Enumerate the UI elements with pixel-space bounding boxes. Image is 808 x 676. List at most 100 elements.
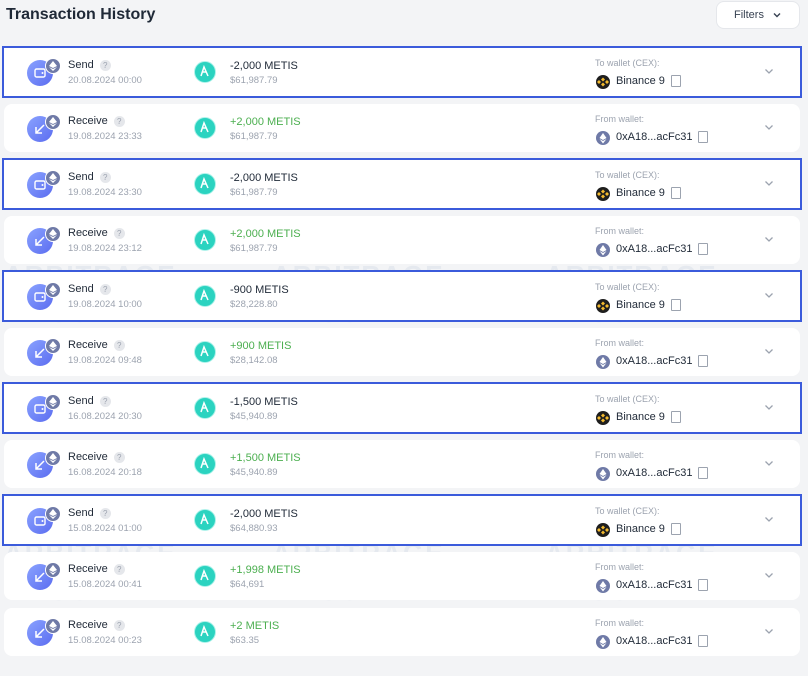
help-icon[interactable]: ?: [99, 59, 111, 71]
copy-icon[interactable]: [698, 243, 709, 256]
transaction-type: Send: [68, 507, 94, 519]
chevron-down-icon[interactable]: [764, 178, 774, 188]
ethereum-icon: [45, 114, 61, 130]
copy-icon[interactable]: [698, 635, 709, 648]
transaction-type: Receive: [68, 339, 108, 351]
transaction-date: 15.08.2024 00:41: [68, 579, 142, 590]
ethereum-icon: [45, 282, 61, 298]
metis-token-icon: [194, 621, 216, 643]
wallet-address: Binance 9: [616, 523, 665, 535]
copy-icon[interactable]: [698, 131, 709, 144]
ethereum-icon: [596, 579, 610, 593]
ethereum-icon: [45, 226, 61, 242]
help-icon[interactable]: ?: [113, 227, 125, 239]
binance-icon: [596, 411, 610, 425]
token-amount: -1,500 METIS: [230, 396, 298, 408]
token-amount: -2,000 METIS: [230, 172, 298, 184]
token-amount: -900 METIS: [230, 284, 289, 296]
transaction-date: 20.08.2024 00:00: [68, 75, 142, 86]
help-icon[interactable]: ?: [113, 563, 125, 575]
help-icon[interactable]: ?: [113, 115, 125, 127]
chevron-down-icon[interactable]: [764, 122, 774, 132]
copy-icon[interactable]: [698, 355, 709, 368]
transaction-row[interactable]: Send? 15.08.2024 01:00 -2,000 METIS $64,…: [4, 496, 800, 544]
transaction-row[interactable]: Send? 19.08.2024 23:30 -2,000 METIS $61,…: [4, 160, 800, 208]
help-icon[interactable]: ?: [99, 395, 111, 407]
chevron-down-icon[interactable]: [764, 458, 774, 468]
wallet-label: From wallet:: [595, 618, 645, 628]
wallet-address: 0xA18...acFc31: [616, 131, 693, 143]
help-icon[interactable]: ?: [99, 507, 111, 519]
usd-value: $63.35: [230, 635, 260, 646]
copy-icon[interactable]: [670, 187, 681, 200]
metis-token-icon: [194, 117, 216, 139]
metis-token-icon: [194, 341, 216, 363]
usd-value: $61,987.79: [230, 131, 278, 142]
ethereum-icon: [45, 394, 61, 410]
metis-token-icon: [194, 509, 216, 531]
transaction-row[interactable]: Receive? 19.08.2024 23:33 +2,000 METIS $…: [4, 104, 800, 152]
binance-icon: [596, 75, 610, 89]
help-icon[interactable]: ?: [113, 451, 125, 463]
transaction-type: Receive: [68, 115, 108, 127]
help-icon[interactable]: ?: [99, 283, 111, 295]
wallet-address: 0xA18...acFc31: [616, 467, 693, 479]
binance-icon: [596, 299, 610, 313]
transaction-row[interactable]: Receive? 19.08.2024 09:48 +900 METIS $28…: [4, 328, 800, 376]
ethereum-icon: [596, 355, 610, 369]
header: Transaction History Filters: [0, 0, 808, 44]
transaction-row[interactable]: Receive? 16.08.2024 20:18 +1,500 METIS $…: [4, 440, 800, 488]
chevron-down-icon: [773, 13, 781, 18]
copy-icon[interactable]: [670, 75, 681, 88]
wallet-address: 0xA18...acFc31: [616, 355, 693, 367]
usd-value: $61,987.79: [230, 187, 278, 198]
filters-button[interactable]: Filters: [716, 1, 800, 29]
transaction-date: 15.08.2024 00:23: [68, 635, 142, 646]
copy-icon[interactable]: [670, 523, 681, 536]
ethereum-icon: [45, 506, 61, 522]
metis-token-icon: [194, 397, 216, 419]
copy-icon[interactable]: [698, 579, 709, 592]
wallet-label: From wallet:: [595, 450, 645, 460]
transaction-row[interactable]: Send? 20.08.2024 00:00 -2,000 METIS $61,…: [4, 48, 800, 96]
metis-token-icon: [194, 61, 216, 83]
token-amount: +1,500 METIS: [230, 452, 301, 464]
token-amount: +2,000 METIS: [230, 116, 301, 128]
transaction-type: Receive: [68, 619, 108, 631]
transaction-date: 16.08.2024 20:30: [68, 411, 142, 422]
chevron-down-icon[interactable]: [764, 290, 774, 300]
chevron-down-icon[interactable]: [764, 346, 774, 356]
transaction-row[interactable]: Receive? 19.08.2024 23:12 +2,000 METIS $…: [4, 216, 800, 264]
transaction-row[interactable]: Send? 16.08.2024 20:30 -1,500 METIS $45,…: [4, 384, 800, 432]
transaction-date: 19.08.2024 09:48: [68, 355, 142, 366]
chevron-down-icon[interactable]: [764, 402, 774, 412]
wallet-label: To wallet (CEX):: [595, 282, 660, 292]
copy-icon[interactable]: [698, 467, 709, 480]
copy-icon[interactable]: [670, 411, 681, 424]
metis-token-icon: [194, 565, 216, 587]
chevron-down-icon[interactable]: [764, 234, 774, 244]
transaction-date: 15.08.2024 01:00: [68, 523, 142, 534]
transaction-type: Send: [68, 171, 94, 183]
transaction-date: 19.08.2024 23:12: [68, 243, 142, 254]
chevron-down-icon[interactable]: [764, 66, 774, 76]
token-amount: +1,998 METIS: [230, 564, 301, 576]
transaction-type: Receive: [68, 451, 108, 463]
chevron-down-icon[interactable]: [764, 626, 774, 636]
help-icon[interactable]: ?: [113, 339, 125, 351]
ethereum-icon: [596, 635, 610, 649]
chevron-down-icon[interactable]: [764, 514, 774, 524]
wallet-address: Binance 9: [616, 187, 665, 199]
copy-icon[interactable]: [670, 299, 681, 312]
transaction-row[interactable]: Receive? 15.08.2024 00:23 +2 METIS $63.3…: [4, 608, 800, 656]
help-icon[interactable]: ?: [99, 171, 111, 183]
chevron-down-icon[interactable]: [764, 570, 774, 580]
transaction-row[interactable]: Receive? 15.08.2024 00:41 +1,998 METIS $…: [4, 552, 800, 600]
transaction-type: Receive: [68, 563, 108, 575]
ethereum-icon: [45, 450, 61, 466]
token-amount: +2,000 METIS: [230, 228, 301, 240]
transaction-type: Send: [68, 59, 94, 71]
help-icon[interactable]: ?: [113, 619, 125, 631]
transaction-row[interactable]: Send? 19.08.2024 10:00 -900 METIS $28,22…: [4, 272, 800, 320]
ethereum-icon: [45, 338, 61, 354]
